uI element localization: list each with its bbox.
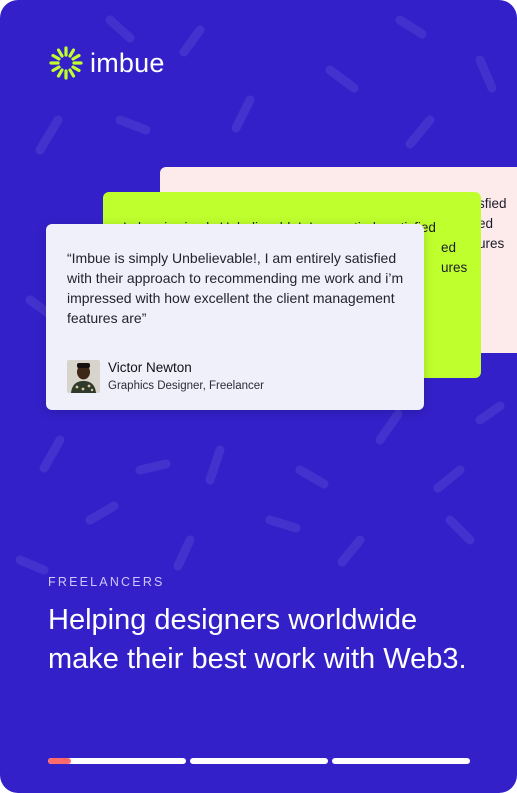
avatar-photo-icon	[67, 360, 100, 393]
carousel-step-1-fill	[48, 758, 72, 764]
author-details: Victor Newton Graphics Designer, Freelan…	[108, 359, 264, 394]
section-eyebrow: FREELANCERS	[48, 575, 165, 589]
testimonial-quote: “Imbue is simply Unbelievable!, I am ent…	[67, 250, 404, 326]
back-card-text: sfied ed ures	[478, 196, 507, 251]
sunburst-logo-icon	[49, 46, 83, 80]
carousel-progress	[48, 758, 470, 764]
hero-headline: Helping designers worldwide make their b…	[48, 604, 467, 675]
brand-logo[interactable]: imbue	[48, 44, 165, 82]
carousel-step-2[interactable]	[190, 758, 328, 764]
carousel-step-1[interactable]	[48, 758, 186, 764]
carousel-step-3[interactable]	[332, 758, 470, 764]
author-name: Victor Newton	[108, 360, 192, 375]
author-role: Graphics Designer, Freelancer	[108, 380, 264, 392]
brand-name: imbue	[90, 47, 165, 78]
testimonial-card: “Imbue is simply Unbelievable!, I am ent…	[46, 224, 424, 410]
onboarding-panel: imbue sfied ed ures Imbue is simply Unbe…	[0, 0, 517, 793]
testimonial-author: Victor Newton Graphics Designer, Freelan…	[67, 359, 264, 394]
